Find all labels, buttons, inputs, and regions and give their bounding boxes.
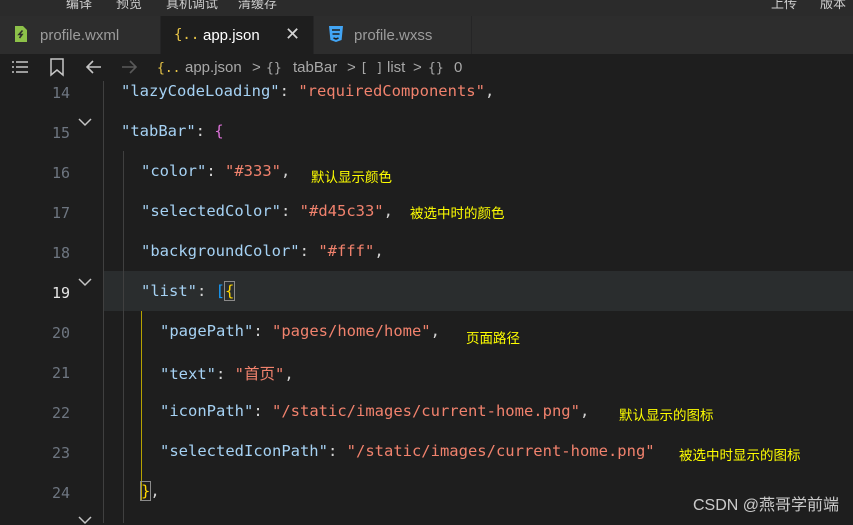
menu-preview[interactable]: 预览	[116, 0, 142, 12]
code-line-18: "backgroundColor": "#fff",	[141, 242, 384, 260]
line-number: 22	[51, 404, 70, 422]
svg-text:{..}: {..}	[157, 61, 181, 76]
breadcrumb-file[interactable]: app.json	[185, 59, 242, 76]
line-number: 23	[51, 444, 70, 462]
object-icon: {}	[266, 61, 282, 76]
code-line-16: "color": "#333",	[141, 162, 291, 180]
object-icon: {}	[428, 61, 444, 76]
fold-chevron-icon[interactable]	[78, 515, 92, 525]
fold-chevron-icon[interactable]	[78, 117, 92, 127]
tab-profile-wxml[interactable]: profile.wxml	[0, 16, 161, 54]
chevron-right-icon: >	[413, 59, 422, 76]
array-icon: [ ]	[360, 61, 384, 76]
line-number: 16	[51, 164, 70, 182]
wxml-file-icon	[15, 26, 27, 42]
code-line-24: },	[139, 481, 160, 501]
fold-chevron-icon[interactable]	[78, 277, 92, 287]
code-editor[interactable]: 14 15 16 17 18 19 20 21 22 23 24 "lazyCo…	[0, 81, 853, 525]
line-number: 20	[51, 324, 70, 342]
code-line-17: "selectedColor": "#d45c33",	[141, 202, 393, 220]
editor-tab-bar: profile.wxml {..} app.json ✕ profile.wxs…	[0, 16, 853, 54]
line-number: 15	[51, 124, 70, 142]
css-file-icon	[329, 26, 343, 42]
tab-app-json[interactable]: {..} app.json ✕	[161, 16, 314, 54]
indent-guide-active	[141, 311, 142, 501]
line-number: 14	[51, 84, 70, 102]
bookmark-icon[interactable]	[48, 57, 66, 77]
annotation-selected-icon-path: 被选中时显示的图标	[679, 448, 801, 463]
menu-upload[interactable]: 上传	[771, 0, 797, 12]
watermark: CSDN @燕哥学前端	[692, 497, 839, 514]
chevron-right-icon: >	[252, 59, 261, 76]
list-icon[interactable]	[10, 57, 30, 77]
code-line-21: "text": "首页",	[160, 365, 294, 383]
code-line-15: "tabBar": {	[121, 122, 224, 140]
line-number: 24	[51, 484, 70, 502]
breadcrumb-index[interactable]: 0	[454, 59, 462, 76]
annotation-color: 默认显示颜色	[311, 170, 392, 185]
indent-guide	[103, 81, 104, 523]
line-number: 18	[51, 244, 70, 262]
breadcrumb-tabbar[interactable]: tabBar	[293, 59, 337, 76]
breadcrumb: {..} app.json > {} tabBar > [ ] list > {…	[0, 54, 853, 81]
menu-version[interactable]: 版本	[820, 0, 846, 12]
forward-arrow-icon[interactable]	[119, 57, 139, 77]
back-arrow-icon[interactable]	[84, 57, 104, 77]
top-menu-bar: 编译 预览 真机调试 清缓存 上传 版本	[0, 0, 853, 16]
menu-compile[interactable]: 编译	[66, 0, 92, 12]
annotation-page-path: 页面路径	[466, 331, 520, 346]
chevron-right-icon: >	[347, 59, 356, 76]
json-braces-icon: {..}	[157, 61, 181, 76]
tab-label: app.json	[203, 27, 260, 44]
breadcrumb-list[interactable]: list	[387, 59, 405, 76]
code-line-23: "selectedIconPath": "/static/images/curr…	[160, 442, 655, 460]
annotation-icon-path: 默认显示的图标	[619, 408, 714, 423]
line-number: 21	[51, 364, 70, 382]
tab-label: profile.wxss	[354, 27, 433, 44]
code-line-14: "lazyCodeLoading": "requiredComponents",	[121, 82, 495, 100]
tab-profile-wxss[interactable]: profile.wxss	[314, 16, 472, 54]
annotation-selected-color: 被选中时的颜色	[410, 206, 505, 221]
menu-clear-cache[interactable]: 清缓存	[238, 0, 277, 12]
tab-label: profile.wxml	[40, 27, 120, 44]
svg-text:{..}: {..}	[174, 27, 198, 43]
menu-real-device-debug[interactable]: 真机调试	[166, 0, 218, 12]
json-braces-icon: {..}	[174, 27, 198, 43]
code-line-22: "iconPath": "/static/images/current-home…	[160, 402, 590, 420]
indent-guide	[123, 151, 124, 523]
close-icon[interactable]: ✕	[285, 24, 300, 45]
line-number-current: 19	[51, 284, 70, 302]
code-line-20: "pagePath": "pages/home/home",	[160, 322, 440, 340]
code-line-19: "list": [{	[141, 281, 236, 301]
line-number: 17	[51, 204, 70, 222]
